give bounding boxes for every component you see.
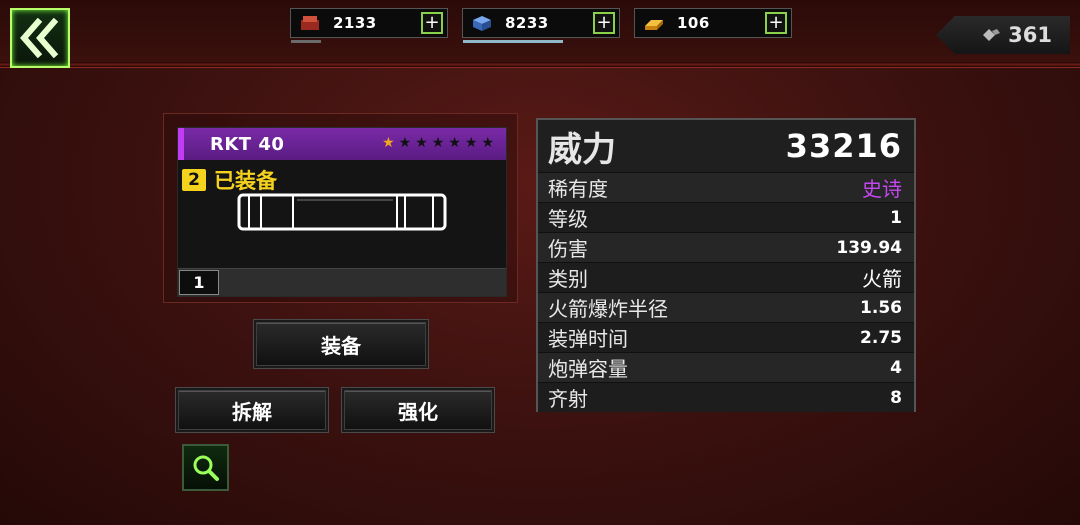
star-icon: ★ <box>464 135 478 151</box>
star-icon: ★ <box>448 135 461 151</box>
equip-button[interactable]: 装备 <box>254 320 428 368</box>
stat-label: 类别 <box>548 267 588 291</box>
stat-value: 1.56 <box>860 297 902 318</box>
stat-value: 1 <box>890 207 902 228</box>
ammo-crate-icon <box>301 16 319 30</box>
stat-label: 齐射 <box>548 387 588 411</box>
double-chevron-left-icon <box>20 18 59 58</box>
stat-value: 139.94 <box>836 237 902 258</box>
stat-label: 伤害 <box>548 237 588 261</box>
item-stars: ★ ★ ★ ★ ★ ★ ★ <box>382 136 494 150</box>
item-header: RKT 40 ★ ★ ★ ★ ★ ★ ★ <box>178 128 506 160</box>
rocket-launcher-icon <box>237 193 447 231</box>
inspect-button[interactable] <box>182 444 229 491</box>
resource-cube-value: 8233 <box>505 14 549 32</box>
stat-row-level: 等级 1 <box>538 202 914 232</box>
gold-bar-icon <box>645 20 663 30</box>
power-row: 威力 33216 <box>538 120 914 172</box>
resource-gold-value: 106 <box>677 14 710 32</box>
stats-panel: 威力 33216 稀有度 史诗 等级 1 伤害 139.94 类别 火箭 火箭爆… <box>536 118 916 412</box>
power-label: 威力 <box>548 129 616 170</box>
star-icon: ★ <box>398 135 412 151</box>
power-value: 33216 <box>785 127 902 165</box>
star-icon: ★ <box>431 135 445 151</box>
stat-row-damage: 伤害 139.94 <box>538 232 914 262</box>
add-gold-button[interactable]: + <box>765 12 787 34</box>
magnifier-icon <box>193 455 219 481</box>
dismantle-button[interactable]: 拆解 <box>176 388 328 432</box>
stat-row-category: 类别 火箭 <box>538 262 914 292</box>
stat-value: 4 <box>890 357 902 378</box>
item-name: RKT 40 <box>210 133 285 155</box>
equipped-status: 2 已装备 <box>182 165 506 195</box>
stat-row-rarity: 稀有度 史诗 <box>538 172 914 202</box>
stat-label: 等级 <box>548 207 588 231</box>
stat-value: 史诗 <box>862 177 902 201</box>
upgrade-button[interactable]: 强化 <box>342 388 494 432</box>
stat-row-blast-radius: 火箭爆炸半径 1.56 <box>538 292 914 322</box>
item-level: 1 <box>179 270 219 295</box>
add-ammo-button[interactable]: + <box>421 12 443 34</box>
equipped-label: 已装备 <box>214 169 277 193</box>
add-cube-button[interactable]: + <box>593 12 615 34</box>
resource-ammo-bar <box>291 40 321 43</box>
back-button[interactable] <box>10 8 70 68</box>
star-icon: ★ <box>415 135 428 151</box>
stat-value: 2.75 <box>860 327 902 348</box>
gems-counter: 361 <box>936 16 1070 54</box>
slot-number-badge: 2 <box>182 169 206 191</box>
resource-ammo-value: 2133 <box>333 14 377 32</box>
resource-ammo: 2133 + <box>290 8 448 43</box>
resource-gold: 106 + <box>634 8 792 38</box>
star-icon: ★ <box>382 135 395 151</box>
stat-label: 火箭爆炸半径 <box>548 297 668 321</box>
blue-cube-icon <box>473 16 491 31</box>
stat-label: 炮弹容量 <box>548 357 628 381</box>
stat-row-reload-time: 装弹时间 2.75 <box>538 322 914 352</box>
level-bar: 1 <box>178 268 506 296</box>
item-card[interactable]: RKT 40 ★ ★ ★ ★ ★ ★ ★ 2 已装备 1 <box>177 127 507 297</box>
gem-icon <box>983 29 1001 41</box>
star-icon: ★ <box>481 135 494 151</box>
stat-value: 8 <box>890 387 902 408</box>
resource-cube: 8233 + <box>462 8 620 43</box>
stat-label: 稀有度 <box>548 177 608 201</box>
stat-list: 稀有度 史诗 等级 1 伤害 139.94 类别 火箭 火箭爆炸半径 1.56 … <box>538 172 914 412</box>
frame-divider <box>0 62 1080 68</box>
gems-value: 361 <box>1008 23 1052 47</box>
resource-cube-bar <box>463 40 563 43</box>
stat-value: 火箭 <box>862 267 902 291</box>
stat-label: 装弹时间 <box>548 327 628 351</box>
stat-row-salvo: 齐射 8 <box>538 382 914 412</box>
stat-row-magazine: 炮弹容量 4 <box>538 352 914 382</box>
